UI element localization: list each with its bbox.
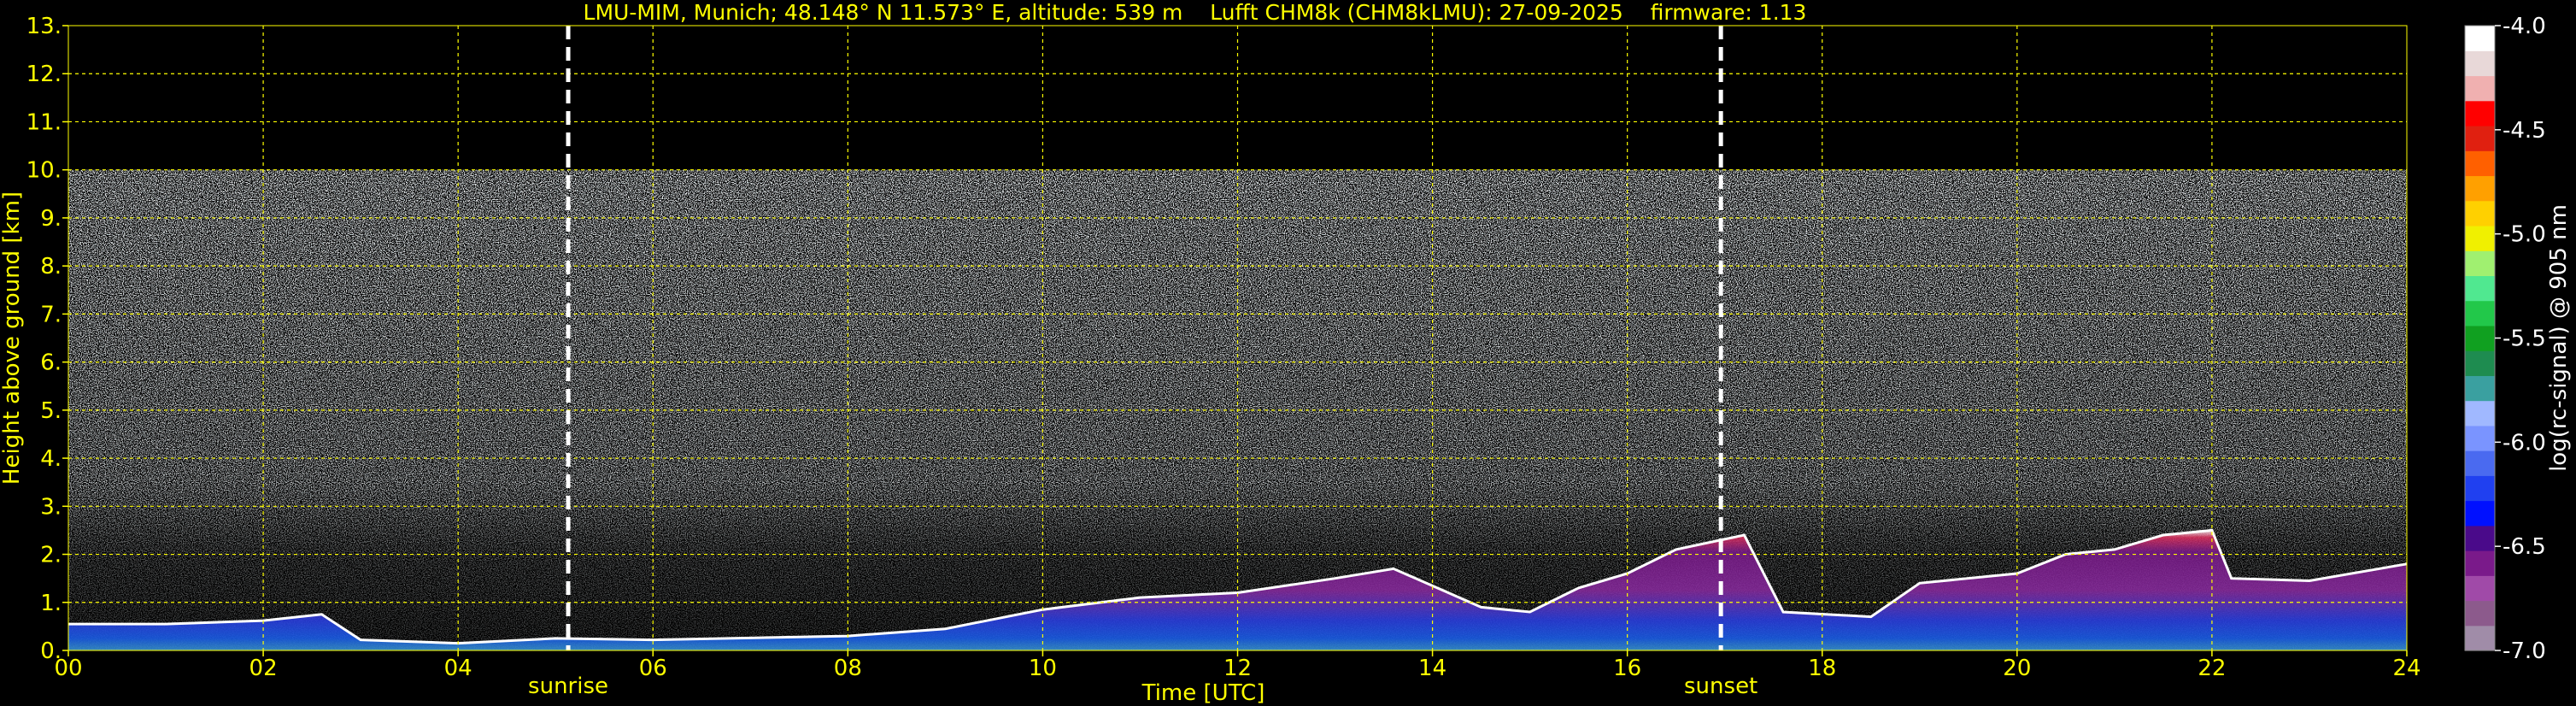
colorbar-segment	[2465, 50, 2495, 77]
y-tick-label: 12.	[26, 62, 62, 87]
colorbar-segment	[2465, 550, 2495, 576]
colorbar-segment	[2465, 375, 2495, 402]
y-axis-ticks: 0. 1. 2. 3. 4. 5. 6. 7. 8. 9. 10. 11. 12. 13.	[26, 14, 68, 664]
colorbar-segment	[2465, 150, 2495, 177]
x-tick-label: 22	[2198, 656, 2226, 681]
x-tick-label: 10	[1029, 656, 1057, 681]
colorbar-segment	[2465, 100, 2495, 126]
colorbar-segment	[2465, 475, 2495, 502]
x-tick-label: 20	[2003, 656, 2031, 681]
colorbar-tick-label: -5.5	[2503, 327, 2546, 352]
y-tick-label: 7.	[40, 302, 62, 327]
colorbar-segment	[2465, 225, 2495, 251]
chart-title: LMU-MIM, Munich; 48.148° N 11.573° E, al…	[584, 0, 1807, 25]
sunrise-label: sunrise	[528, 674, 608, 699]
colorbar-segment	[2465, 175, 2495, 202]
colorbar-tick-label: -4.0	[2503, 14, 2546, 39]
x-tick-label: 06	[639, 656, 667, 681]
colorbar-segment	[2465, 250, 2495, 276]
colorbar-segment	[2465, 425, 2495, 451]
colorbar-segment	[2465, 400, 2495, 427]
colorbar-tick-label: -5.0	[2503, 222, 2546, 248]
x-tick-label: 04	[444, 656, 472, 681]
y-tick-label: 5.	[40, 398, 62, 424]
colorbar-segment	[2465, 125, 2495, 151]
y-tick-label: 0.	[40, 638, 62, 664]
colorbar-segment	[2465, 575, 2495, 602]
x-tick-label: 12	[1223, 656, 1252, 681]
colorbar-tick-label: -7.0	[2503, 638, 2546, 664]
sunset-label: sunset	[1684, 674, 1757, 699]
y-axis-label: Height above ground [km]	[0, 191, 25, 485]
x-tick-label: 14	[1418, 656, 1446, 681]
y-tick-label: 6.	[40, 350, 62, 376]
y-tick-label: 13.	[26, 14, 62, 39]
colorbar-ticks: -4.0 -4.5 -5.0 -5.5 -6.0 -6.5 -7.0	[2495, 14, 2546, 664]
y-tick-label: 4.	[40, 446, 62, 472]
colorbar-segment	[2465, 600, 2495, 627]
y-tick-label: 2.	[40, 543, 62, 568]
x-tick-label: 02	[249, 656, 278, 681]
y-tick-label: 10.	[26, 158, 62, 184]
colorbar-label: log(rc-signal) @ 905 nm	[2546, 204, 2572, 472]
colorbar-tick-label: -6.0	[2503, 430, 2546, 456]
colorbar-segment	[2465, 26, 2495, 51]
colorbar-segment	[2465, 625, 2495, 651]
colorbar-segment	[2465, 275, 2495, 302]
y-tick-label: 9.	[40, 206, 62, 232]
x-tick-label: 18	[1808, 656, 1836, 681]
colorbar-segment	[2465, 525, 2495, 551]
x-tick-label: 16	[1613, 656, 1641, 681]
colorbar-segment	[2465, 500, 2495, 527]
colorbar-segment	[2465, 450, 2495, 476]
colorbar-segment	[2465, 200, 2495, 227]
colorbar-tick-label: -4.5	[2503, 118, 2546, 144]
x-axis-ticks: 00 02 04 06 08 10 12 14 16 18 20 22 24	[54, 650, 2421, 681]
y-tick-label: 3.	[40, 494, 62, 520]
colorbar-tick-label: -6.5	[2503, 534, 2546, 560]
x-tick-label: 08	[834, 656, 862, 681]
colorbar-segment	[2465, 325, 2495, 351]
colorbar	[2464, 25, 2496, 651]
y-tick-label: 1.	[40, 591, 62, 616]
x-tick-label: 24	[2392, 656, 2421, 681]
x-axis-label: Time [UTC]	[1141, 680, 1265, 706]
plot-area: sunrise sunset	[67, 25, 2408, 699]
colorbar-segment	[2465, 75, 2495, 102]
ceilometer-chart: sunrise sunset 00 02 04 06 08 10 12 14 16 18 20 22 24…	[0, 0, 2572, 706]
colorbar-segment	[2465, 350, 2495, 376]
colorbar-segment	[2465, 300, 2495, 327]
y-tick-label: 11.	[26, 109, 62, 135]
y-tick-label: 8.	[40, 254, 62, 279]
